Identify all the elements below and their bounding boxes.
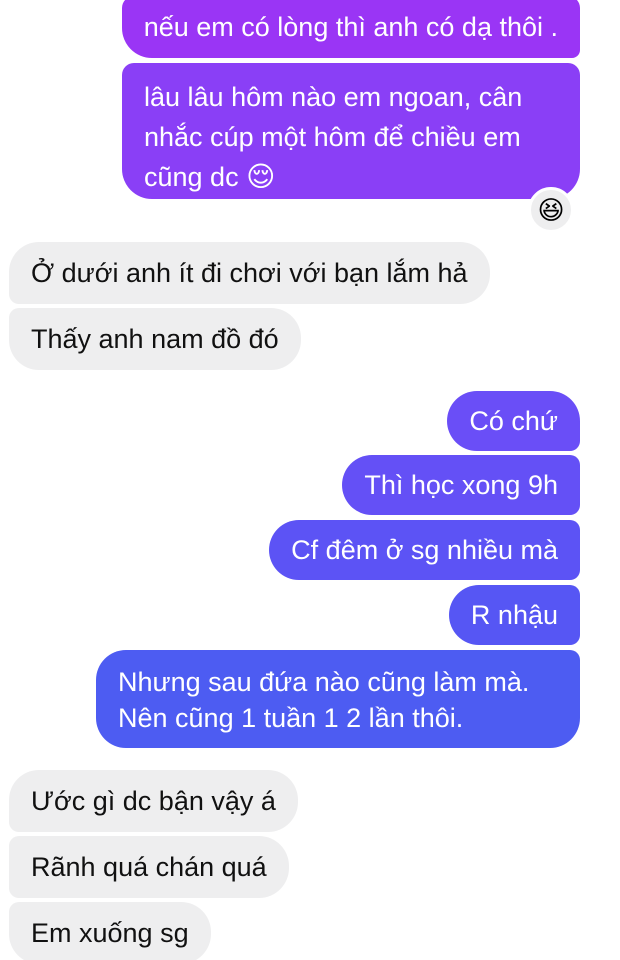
message-text: Em xuống sg bbox=[31, 918, 189, 948]
message-text-line: Nên cũng 1 tuần 1 2 lần thôi. bbox=[118, 703, 464, 733]
message-bubble-incoming[interactable]: Rãnh quá chán quá bbox=[9, 836, 289, 898]
message-bubble-outgoing[interactable]: nếu em có lòng thì anh có dạ thôi . bbox=[121, 0, 580, 58]
message-bubble-outgoing[interactable]: lâu lâu hôm nào em ngoan, cân nhắc cúp m… bbox=[122, 63, 580, 199]
message-text: lâu lâu hôm nào em ngoan, cân nhắc cúp m… bbox=[144, 82, 523, 192]
message-bubble-outgoing[interactable]: R nhậu bbox=[448, 585, 580, 645]
message-text: Có chứ bbox=[469, 406, 558, 436]
message-bubble-incoming[interactable]: Ở dưới anh ít đi chơi với bạn lắm hả bbox=[9, 242, 490, 304]
message-bubble-outgoing[interactable]: Có chứ bbox=[447, 391, 580, 451]
message-text: Thấy anh nam đồ đó bbox=[31, 324, 279, 354]
message-bubble-incoming[interactable]: Em xuống sg bbox=[9, 902, 211, 960]
message-bubble-incoming[interactable]: Ước gì dc bận vậy á bbox=[9, 770, 298, 832]
laughing-face-icon[interactable]: 😆 bbox=[528, 187, 574, 233]
message-text: nếu em có lòng thì anh có dạ thôi . bbox=[143, 12, 558, 42]
message-bubble-outgoing[interactable]: Thì học xong 9h bbox=[342, 455, 580, 515]
message-bubble-outgoing[interactable]: Nhưng sau đứa nào cũng làm mà. Nên cũng … bbox=[96, 650, 580, 748]
message-bubble-incoming[interactable]: Thấy anh nam đồ đó bbox=[9, 308, 301, 370]
message-text: Cf đêm ở sg nhiều mà bbox=[291, 535, 558, 565]
message-text: Rãnh quá chán quá bbox=[31, 852, 267, 882]
message-text-line: Nhưng sau đứa nào cũng làm mà. bbox=[118, 667, 530, 697]
message-text: Ước gì dc bận vậy á bbox=[31, 786, 276, 816]
relieved-face-icon: 😌 bbox=[246, 161, 276, 192]
message-bubble-outgoing[interactable]: Cf đêm ở sg nhiều mà bbox=[269, 520, 580, 580]
message-text: Thì học xong 9h bbox=[364, 470, 558, 500]
message-text: Ở dưới anh ít đi chơi với bạn lắm hả bbox=[31, 258, 468, 288]
message-text: R nhậu bbox=[470, 600, 558, 630]
chat-thread: nếu em có lòng thì anh có dạ thôi . lâu … bbox=[0, 0, 620, 960]
